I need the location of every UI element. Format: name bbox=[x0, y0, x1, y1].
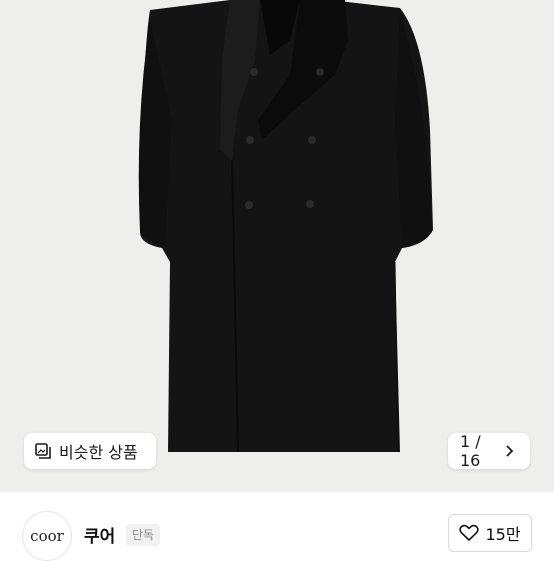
image-counter: 1 / 16 bbox=[460, 432, 481, 470]
product-image-area[interactable]: 비슷한 상품 1 / 16 bbox=[0, 0, 554, 492]
image-counter-button[interactable]: 1 / 16 bbox=[448, 432, 530, 470]
brand-name[interactable]: 쿠어 bbox=[84, 522, 115, 547]
stack-square-icon bbox=[34, 442, 52, 460]
exclusive-badge: 단독 bbox=[126, 524, 161, 546]
product-photo-coat bbox=[138, 0, 433, 453]
brand-logo-text: coor bbox=[30, 527, 64, 545]
similar-products-label: 비슷한 상품 bbox=[59, 443, 138, 462]
chevron-right-icon bbox=[500, 442, 518, 460]
like-button[interactable]: 15만 bbox=[448, 514, 532, 552]
heart-outline-icon bbox=[459, 524, 480, 542]
similar-products-button[interactable]: 비슷한 상품 bbox=[24, 433, 156, 469]
like-count: 15만 bbox=[485, 525, 521, 544]
